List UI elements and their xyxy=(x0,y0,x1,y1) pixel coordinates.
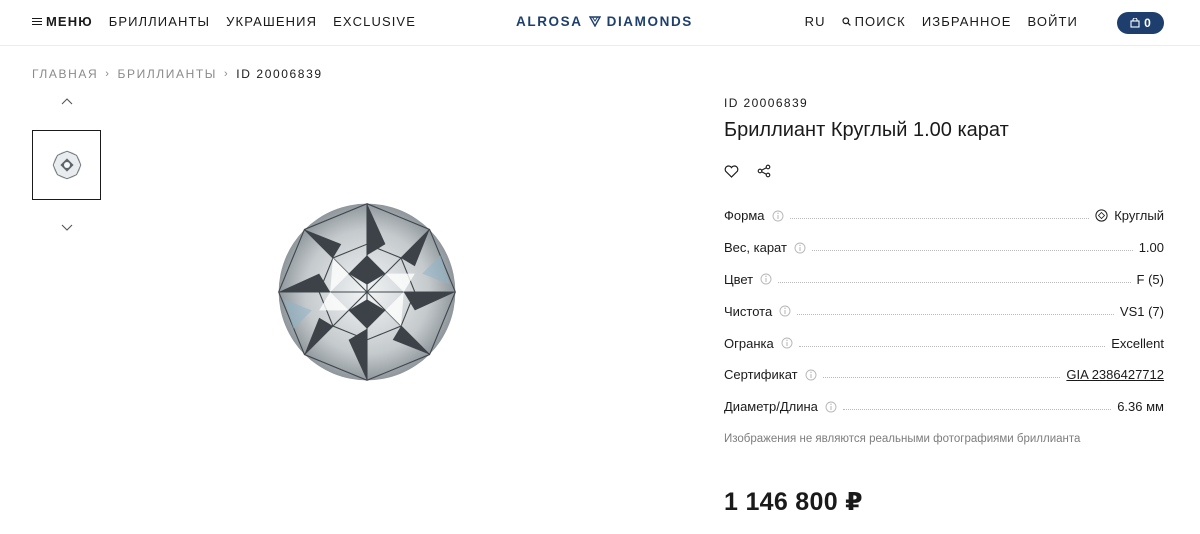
product-price: 1 146 800 ₽ xyxy=(724,487,863,516)
dotted-leader xyxy=(822,377,1061,379)
chevron-up-icon xyxy=(61,98,73,105)
info-icon[interactable] xyxy=(825,401,837,413)
nav-link-jewelry[interactable]: УКРАШЕНИЯ xyxy=(226,14,317,29)
logo-text-left: ALROSA xyxy=(516,14,583,29)
login-link[interactable]: ВОЙТИ xyxy=(1028,14,1078,29)
spec-value-cut: Excellent xyxy=(1111,335,1164,351)
search-button[interactable]: ПОИСК xyxy=(841,14,906,29)
chevron-right-icon: › xyxy=(105,68,111,80)
image-disclaimer: Изображения не являются реальными фотогр… xyxy=(724,432,1081,445)
spec-label: Диаметр/Длина xyxy=(724,399,818,415)
spec-row-diameter: Диаметр/Длина 6.36 мм xyxy=(724,391,1164,423)
spec-label: Чистота xyxy=(724,303,773,319)
logo-text-right: DIAMONDS xyxy=(606,14,693,29)
info-icon[interactable] xyxy=(781,337,793,349)
product-actions xyxy=(724,164,1164,178)
spec-row-shape: Форма Круглый xyxy=(724,200,1164,232)
dotted-leader xyxy=(797,313,1114,315)
share-icon xyxy=(757,164,771,178)
thumbnail-scroll-down-button[interactable] xyxy=(59,220,75,234)
menu-button[interactable]: МЕНЮ xyxy=(32,14,93,29)
breadcrumb-diamonds[interactable]: БРИЛЛИАНТЫ xyxy=(118,67,218,81)
spec-row-color: Цвет F (5) xyxy=(724,264,1164,296)
spec-value-shape: Круглый xyxy=(1095,208,1164,223)
nav-link-diamonds[interactable]: БРИЛЛИАНТЫ xyxy=(109,14,210,29)
info-icon[interactable] xyxy=(779,305,791,317)
breadcrumb-home[interactable]: ГЛАВНАЯ xyxy=(32,67,98,81)
product-details: ID 20006839 Бриллиант Круглый 1.00 карат… xyxy=(724,96,1164,517)
spec-label: Вес, карат xyxy=(724,240,787,256)
spec-label: Форма xyxy=(724,208,765,224)
round-shape-icon xyxy=(1095,209,1108,222)
product-id: ID 20006839 xyxy=(724,96,809,110)
dotted-leader xyxy=(798,345,1106,347)
search-icon xyxy=(841,17,851,26)
breadcrumb-current: ID 20006839 xyxy=(236,67,323,81)
chevron-right-icon: › xyxy=(224,68,230,80)
spec-row-clarity: Чистота VS1 (7) xyxy=(724,295,1164,327)
spec-value-clarity: VS1 (7) xyxy=(1119,303,1164,319)
diamond-thumbnail-image xyxy=(52,150,81,180)
spec-row-weight: Вес, карат 1.00 xyxy=(724,232,1164,264)
utility-nav: RU ПОИСК ИЗБРАННОЕ ВОЙТИ xyxy=(805,14,1078,29)
site-header: МЕНЮ БРИЛЛИАНТЫ УКРАШЕНИЯ EXCLUSIVE ALRO… xyxy=(0,0,1200,46)
product-title: Бриллиант Круглый 1.00 карат xyxy=(724,119,1009,141)
info-icon[interactable] xyxy=(805,369,817,381)
info-icon[interactable] xyxy=(760,273,772,285)
spec-row-cut: Огранка Excellent xyxy=(724,327,1164,359)
info-icon[interactable] xyxy=(772,210,784,222)
dotted-leader xyxy=(789,218,1090,220)
cart-icon xyxy=(1130,18,1140,28)
certificate-link[interactable]: GIA 2386427712 xyxy=(1066,367,1164,382)
spec-label: Цвет xyxy=(724,271,754,287)
spec-value-color: F (5) xyxy=(1136,271,1164,287)
language-switch[interactable]: RU xyxy=(805,14,826,29)
breadcrumb: ГЛАВНАЯ › БРИЛЛИАНТЫ › ID 20006839 xyxy=(32,67,323,81)
share-button[interactable] xyxy=(757,164,771,178)
add-to-favorites-button[interactable] xyxy=(724,164,739,178)
info-icon[interactable] xyxy=(794,242,806,254)
nav-link-exclusive[interactable]: EXCLUSIVE xyxy=(333,14,416,29)
dotted-leader xyxy=(842,409,1112,411)
hamburger-icon xyxy=(32,17,42,26)
thumbnail-scroll-up-button[interactable] xyxy=(59,95,75,109)
diamond-logo-icon xyxy=(588,16,601,27)
spec-value-weight: 1.00 xyxy=(1138,240,1164,256)
spec-value-diameter: 6.36 мм xyxy=(1117,399,1164,415)
diamond-main-image xyxy=(275,200,459,384)
dotted-leader xyxy=(778,281,1131,283)
spec-row-certificate: Сертификат GIA 2386427712 xyxy=(724,359,1164,391)
cart-button[interactable]: 0 xyxy=(1117,12,1164,34)
menu-label: МЕНЮ xyxy=(46,14,93,29)
spec-label: Сертификат xyxy=(724,367,798,383)
spec-list: Форма Круглый Вес, карат 1.00 Цвет F (5) xyxy=(724,200,1164,423)
spec-label: Огранка xyxy=(724,335,774,351)
site-logo[interactable]: ALROSA DIAMONDS xyxy=(516,14,693,29)
heart-icon xyxy=(724,164,739,178)
spec-value-text: Круглый xyxy=(1114,208,1164,224)
product-thumbnail[interactable] xyxy=(32,130,101,200)
favorites-link[interactable]: ИЗБРАННОЕ xyxy=(922,14,1012,29)
chevron-down-icon xyxy=(61,224,73,231)
cart-count: 0 xyxy=(1144,16,1151,30)
search-label: ПОИСК xyxy=(854,14,906,29)
dotted-leader xyxy=(811,250,1133,252)
primary-nav: МЕНЮ БРИЛЛИАНТЫ УКРАШЕНИЯ EXCLUSIVE xyxy=(32,14,416,29)
